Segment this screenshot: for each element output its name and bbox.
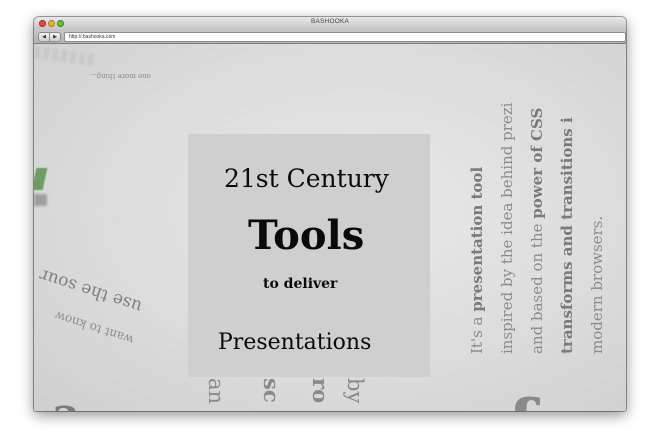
bottom-fragment-an: an	[204, 378, 228, 405]
want-to-know-text: want to know	[52, 308, 136, 348]
address-bar[interactable]: http://.bashooka.com	[64, 32, 626, 42]
window-title: BASHOOKA	[310, 18, 350, 25]
vertical-line-5: modern browsers.	[588, 215, 606, 354]
use-the-source-text: use the sour	[37, 264, 145, 317]
bottom-fragment-ro: ro	[308, 378, 333, 404]
bottom-right-css-text: ofcss	[466, 391, 626, 411]
slide-card: 21st Century Tools to deliver Presentati…	[188, 134, 430, 377]
hero-line-to-deliver: to deliver	[263, 276, 338, 292]
forward-button[interactable]: ▶	[49, 32, 61, 42]
bottom-fragment-sc: sc	[259, 378, 284, 403]
blurred-corner-text	[34, 45, 95, 67]
vertical-line-4: transforms and transitions i	[558, 117, 576, 354]
one-more-thing-text: one more thing...	[90, 72, 151, 80]
vertical-line-3: and based on the power of CSS	[528, 107, 546, 354]
hero-line-century: 21st Century	[224, 164, 389, 193]
gray-number-fragment	[34, 194, 47, 206]
vertical-description: It's a presentation tool inspired by the…	[462, 103, 612, 354]
title-bar: BASHOOKA	[34, 17, 626, 30]
hero-line-presentations: Presentations	[218, 330, 372, 355]
page-viewport: one more thing... use the sour want to k…	[34, 44, 626, 411]
hero-line-tools: Tools	[248, 212, 365, 259]
vertical-line-1: It's a presentation tool	[468, 166, 486, 354]
bottom-fragment-by: by	[343, 378, 367, 404]
browser-toolbar: ◀ ▶ http://.bashooka.com	[34, 30, 626, 44]
bottom-left-big-letter: a	[52, 389, 81, 411]
green-number-fragment	[34, 168, 48, 190]
browser-window: BASHOOKA ◀ ▶ http://.bashooka.com one mo…	[34, 17, 626, 411]
vertical-line-2: inspired by the idea behind prezi	[498, 102, 516, 354]
